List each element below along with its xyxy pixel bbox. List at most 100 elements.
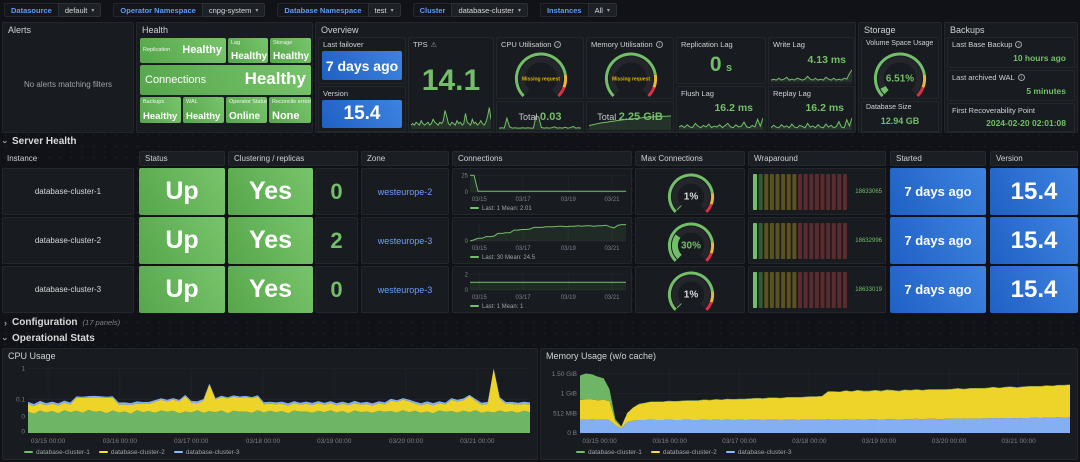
info-icon[interactable]: i <box>656 41 663 48</box>
replication-lag-value: 0 <box>710 53 722 76</box>
svg-text:1%: 1% <box>684 290 699 301</box>
svg-text:0: 0 <box>465 288 469 294</box>
connections-chart[interactable]: 25003/1503/1703/1903/21Last: 1 Mean: 2.0… <box>454 170 630 213</box>
database-size-panel: Database Size 12.94 GB <box>861 101 939 132</box>
zone-link[interactable]: westeurope-3 <box>362 218 448 263</box>
svg-text:Missing request: Missing request <box>522 77 560 83</box>
var-datasource-select[interactable]: default▾ <box>58 3 102 17</box>
svg-text:03/21: 03/21 <box>604 295 620 301</box>
health-operator-value: Online <box>229 111 260 122</box>
clustering-value: Yes <box>228 168 313 215</box>
svg-text:03/19 00:00: 03/19 00:00 <box>862 438 897 445</box>
started-value: 7 days ago <box>890 168 986 215</box>
connections-chart[interactable]: 003/1503/1703/1903/21Last: 30 Mean: 24.5 <box>454 219 630 262</box>
var-instances-select[interactable]: All▾ <box>588 3 617 17</box>
col-connections: Connections <box>452 151 632 166</box>
col-started: Started <box>890 151 986 166</box>
chart-legend[interactable]: database-cluster-1database-cluster-2data… <box>576 449 792 456</box>
flush-lag-title: Flush Lag <box>677 87 765 100</box>
var-database-namespace-select[interactable]: test▾ <box>368 3 401 17</box>
wraparound-value: 18633019 <box>855 287 882 293</box>
memory-total-label: Total <box>597 112 616 122</box>
write-lag-panel: Write Lag 4.13 ms <box>768 37 855 84</box>
flush-lag-value: 16.2 ms <box>714 102 753 114</box>
tps-sparkline[interactable] <box>411 105 491 129</box>
info-icon[interactable]: i <box>554 41 561 48</box>
zone-link[interactable]: westeurope-3 <box>362 267 448 312</box>
status-value: Up <box>139 266 225 313</box>
zone-link[interactable]: westeurope-2 <box>362 169 448 214</box>
last-archived-wal-title: Last archived WAL <box>952 73 1015 82</box>
svg-text:03/17: 03/17 <box>516 295 532 301</box>
health-replication-label: Replication <box>143 47 170 53</box>
instance-name: database-cluster-1 <box>3 169 133 214</box>
clustering-value: Yes <box>228 266 313 313</box>
replay-lag-sparkline[interactable] <box>771 116 852 130</box>
var-cluster-select[interactable]: database-cluster▾ <box>451 3 527 17</box>
col-wraparound: Wraparound <box>748 151 886 166</box>
chart-legend[interactable]: database-cluster-1database-cluster-2data… <box>24 449 240 456</box>
version-panel: Version 15.4 <box>318 86 406 132</box>
health-replication-tile: Replication Healthy <box>140 38 226 63</box>
database-size-value: 12.94 GB <box>862 116 938 126</box>
write-lag-title: Write Lag <box>769 38 854 51</box>
memory-utilisation-title: Memory Utilisation <box>591 40 653 49</box>
alerts-panel: Alerts No alerts matching filters <box>2 22 134 133</box>
svg-text:03/18 00:00: 03/18 00:00 <box>246 438 281 445</box>
max-connections-gauge: 1% <box>661 270 721 311</box>
chart-legend[interactable]: Last: 1 Mean: 1 <box>470 304 523 310</box>
warning-icon[interactable]: ⚠ <box>431 41 437 49</box>
section-operational-stats[interactable]: › Operational Stats <box>4 333 95 344</box>
cpu-usage-panel: CPU Usage 10.10003/15 00:0003/16 00:0003… <box>2 348 538 460</box>
variables-bar: Datasource default▾ Operator Namespace c… <box>0 0 1080 20</box>
section-server-health[interactable]: › Server Health <box>4 136 76 147</box>
col-version: Version <box>990 151 1078 166</box>
cpu-usage-chart[interactable]: 10.10003/15 00:0003/16 00:0003/17 00:000… <box>6 362 534 457</box>
chevron-down-icon: ▾ <box>607 7 610 14</box>
section-configuration[interactable]: › Configuration (17 panels) <box>4 317 120 328</box>
replay-lag-title: Replay Lag <box>769 87 854 100</box>
health-panel: Health Replication Healthy Lag Healthy S… <box>136 22 313 133</box>
chevron-down-icon: ▾ <box>91 7 94 14</box>
grafana-dashboard: Datasource default▾ Operator Namespace c… <box>0 0 1080 462</box>
health-operator-label: Operator Status <box>229 99 267 105</box>
svg-text:03/21 00:00: 03/21 00:00 <box>1001 438 1036 445</box>
svg-text:1%: 1% <box>684 192 699 203</box>
health-connections-label: Connections <box>145 74 206 86</box>
connections-chart[interactable]: 2003/1503/1703/1903/21Last: 1 Mean: 1 <box>454 268 630 311</box>
svg-text:03/21: 03/21 <box>604 197 620 203</box>
svg-text:0 B: 0 B <box>567 430 577 437</box>
svg-text:25: 25 <box>461 173 468 179</box>
svg-text:2: 2 <box>465 272 469 278</box>
var-cluster: Cluster database-cluster▾ <box>413 3 528 17</box>
started-value: 7 days ago <box>890 217 986 264</box>
first-recoverability-value: 2024-02-20 02:01:08 <box>986 118 1066 128</box>
info-icon[interactable]: i <box>1018 74 1025 81</box>
svg-text:03/18 00:00: 03/18 00:00 <box>792 438 827 445</box>
memory-usage-chart[interactable]: 1.50 GiB1 GiB512 MiB0 B03/15 00:0003/16 … <box>544 362 1074 457</box>
cpu-utilisation-title: CPU Utilisation <box>501 40 551 49</box>
overview-panel-title: Overview <box>316 23 855 37</box>
chart-legend[interactable]: Last: 30 Mean: 24.5 <box>470 255 535 261</box>
svg-text:Missing request: Missing request <box>612 77 650 83</box>
svg-text:03/21 00:00: 03/21 00:00 <box>460 438 495 445</box>
var-operator-namespace-select[interactable]: cnpg-system▾ <box>202 3 266 17</box>
overview-panel: Overview Last failover 7 days ago Versio… <box>315 22 856 133</box>
volume-space-panel: Volume Space Usage 6.51% <box>861 37 939 99</box>
wraparound-bargauge <box>753 222 847 260</box>
wraparound-value: 18633065 <box>855 189 882 195</box>
svg-text:03/17: 03/17 <box>516 197 532 203</box>
replay-lag-panel: Replay Lag 16.2 ms <box>768 86 855 132</box>
var-instances-label: Instances <box>540 3 588 17</box>
health-reconcile-value: None <box>272 110 300 122</box>
info-icon[interactable]: i <box>1015 41 1022 48</box>
svg-text:0: 0 <box>465 190 469 196</box>
health-backups-label: Backups <box>143 99 164 105</box>
var-cluster-label: Cluster <box>413 3 452 17</box>
write-lag-sparkline[interactable] <box>771 68 852 82</box>
chart-legend[interactable]: Last: 1 Mean: 2.01 <box>470 206 532 212</box>
svg-text:03/19: 03/19 <box>561 197 577 203</box>
memory-total-value: 2.25 GiB <box>619 111 663 123</box>
flush-lag-sparkline[interactable] <box>679 116 763 130</box>
svg-text:03/15 00:00: 03/15 00:00 <box>582 438 617 445</box>
